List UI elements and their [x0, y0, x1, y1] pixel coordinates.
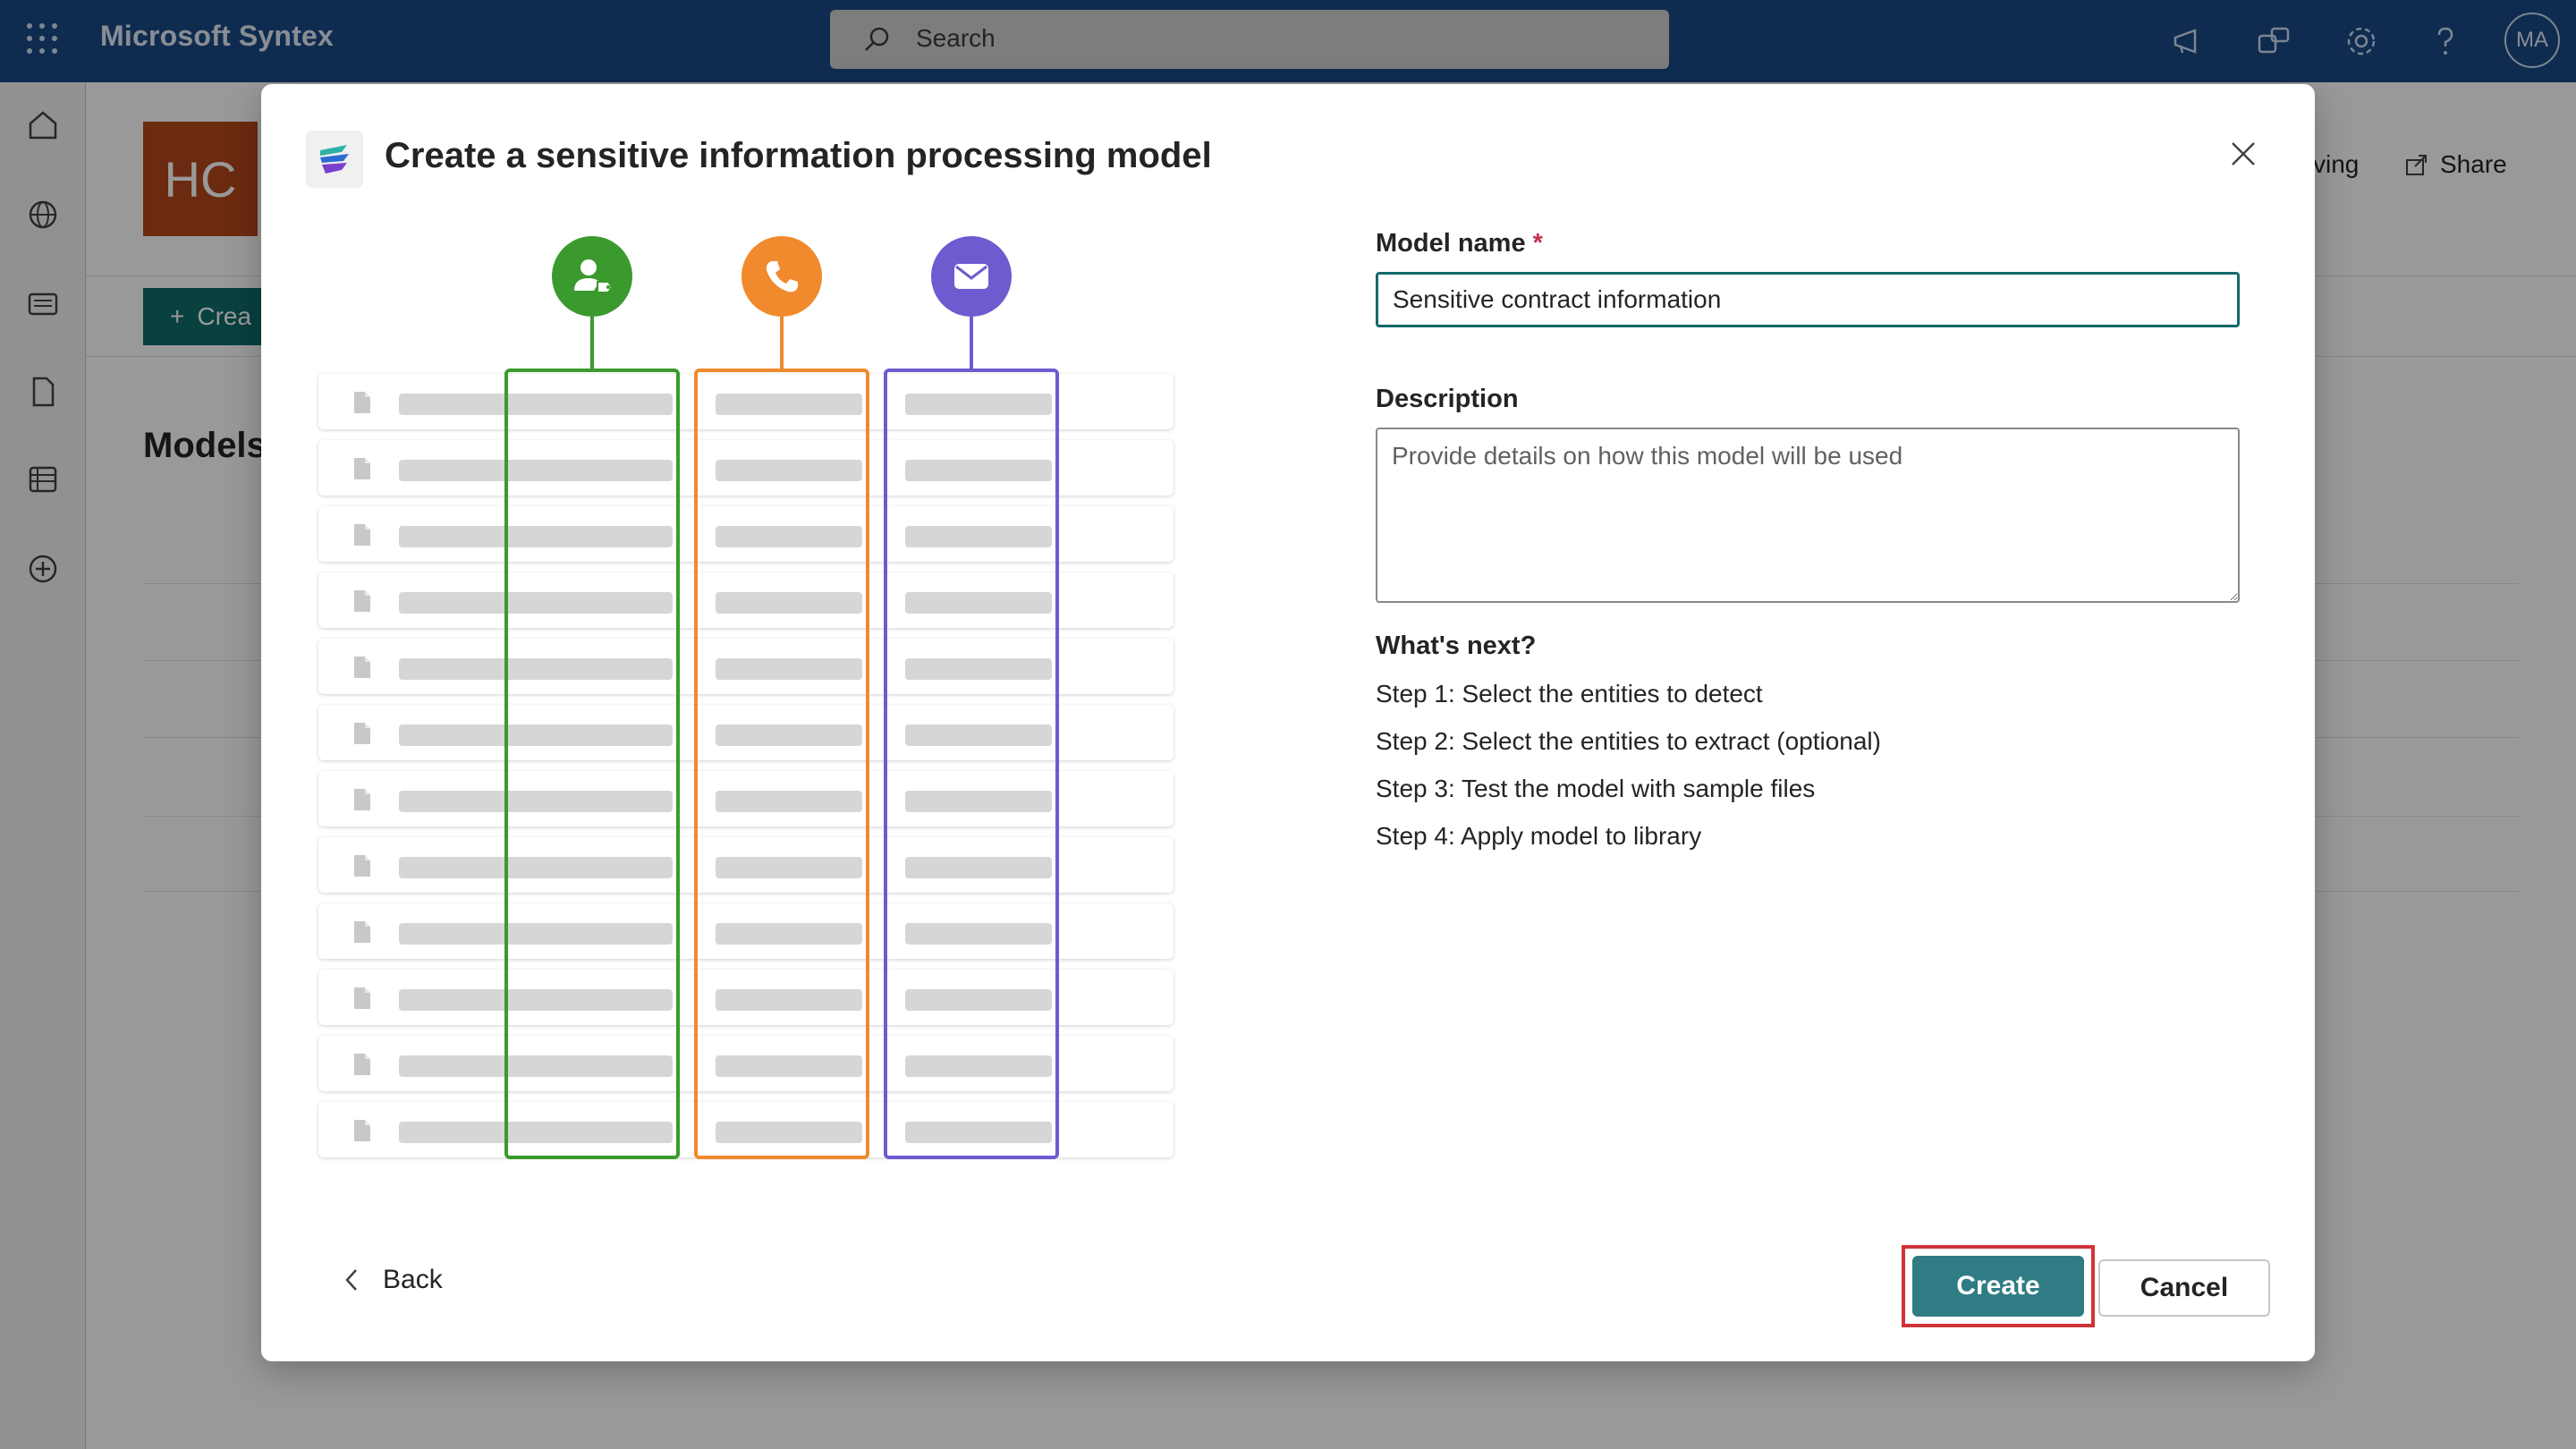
- document-icon: [354, 657, 370, 678]
- entity-column: [504, 369, 680, 1159]
- syntex-logo-icon: [320, 145, 349, 174]
- entity-column: [694, 369, 869, 1159]
- document-icon: [354, 855, 370, 877]
- step-2: Step 2: Select the entities to extract (…: [1376, 727, 1881, 755]
- close-icon[interactable]: [2225, 136, 2261, 172]
- step-3: Step 3: Test the model with sample files: [1376, 775, 1816, 802]
- whats-next-heading: What's next?: [1376, 631, 1537, 660]
- phone-icon: [741, 236, 822, 317]
- document-icon: [354, 1120, 370, 1141]
- document-icon: [354, 987, 370, 1009]
- entity-column: [884, 369, 1059, 1159]
- document-icon: [354, 723, 370, 744]
- document-icon: [354, 1054, 370, 1075]
- back-button[interactable]: Back: [342, 1265, 443, 1295]
- document-icon: [354, 392, 370, 413]
- step-1: Step 1: Select the entities to detect: [1376, 680, 1763, 708]
- connector-line: [590, 317, 594, 369]
- chevron-left-icon: [345, 1269, 357, 1291]
- model-name-input[interactable]: [1376, 272, 2240, 327]
- create-button[interactable]: Create: [1912, 1256, 2084, 1317]
- description-label: Description: [1376, 385, 1519, 413]
- document-icon: [354, 458, 370, 479]
- model-illustration: [315, 236, 1191, 1247]
- create-model-dialog: Create a sensitive information processin…: [261, 84, 2315, 1361]
- document-icon: [354, 921, 370, 943]
- syntex-logo: [306, 131, 363, 188]
- step-4: Step 4: Apply model to library: [1376, 822, 1702, 850]
- description-input[interactable]: [1376, 428, 2240, 603]
- document-icon: [354, 590, 370, 612]
- back-label: Back: [383, 1265, 443, 1294]
- connector-line: [780, 317, 784, 369]
- model-name-label: Model name *: [1376, 229, 1543, 258]
- document-icon: [354, 524, 370, 546]
- dialog-title: Create a sensitive information processin…: [385, 136, 1212, 175]
- connector-line: [970, 317, 973, 369]
- mail-icon: [931, 236, 1012, 317]
- required-mark: *: [1532, 229, 1543, 258]
- document-icon: [354, 789, 370, 810]
- person-tag-icon: [552, 236, 632, 317]
- cancel-button[interactable]: Cancel: [2098, 1259, 2270, 1317]
